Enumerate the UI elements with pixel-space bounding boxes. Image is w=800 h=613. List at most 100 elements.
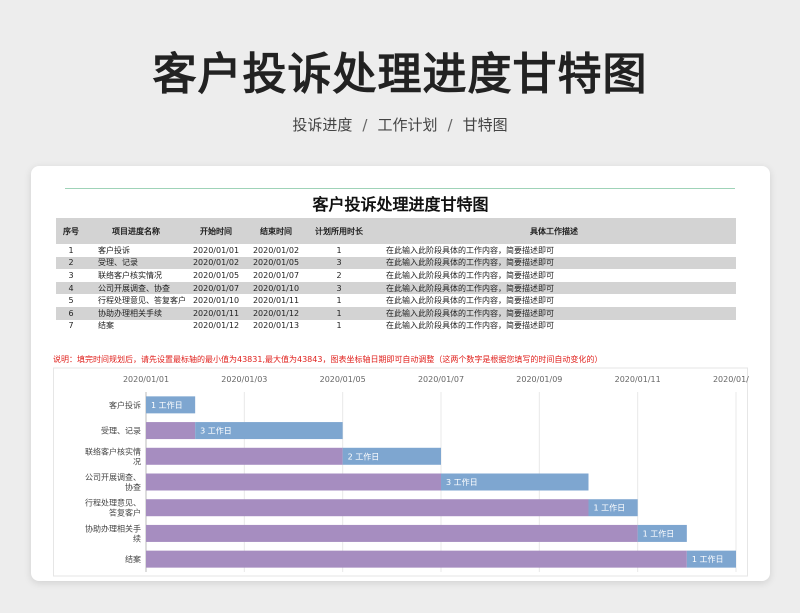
breadcrumb-item-plan[interactable]: 工作计划 — [377, 116, 437, 134]
y-category-label-line: 受理、记录 — [101, 426, 141, 436]
breadcrumb-separator: / — [362, 116, 368, 134]
gantt-chart: 2020/01/01 2020/01/03 2020/01/05 2020/01/07… — [53, 367, 749, 577]
cell-no: 1 — [68, 245, 74, 255]
cell-duration: 3 — [306, 281, 372, 295]
cell-duration: 1 — [336, 321, 342, 331]
y-category-label: 联络客户核实情况 — [85, 446, 141, 466]
cell-duration: 1 — [336, 296, 342, 306]
cell-name: 联络客户核实情况 — [98, 270, 162, 280]
cell-duration: 1 — [306, 306, 372, 320]
cell-end: 2020/01/10 — [246, 281, 306, 295]
breadcrumb-item-gantt[interactable]: 甘特图 — [463, 116, 508, 134]
cell-start: 2020/01/10 — [192, 296, 240, 306]
cell-start: 2020/01/05 — [192, 270, 240, 280]
x-tick-label: 2020/01/09 — [516, 375, 562, 384]
cell-duration: 1 — [336, 245, 342, 255]
cell-name: 行程处理意见、答复客户 — [98, 296, 186, 306]
cell-desc: 在此输入此阶段具体的工作内容，简要描述即可 — [372, 306, 736, 320]
cell-desc: 在此输入此阶段具体的工作内容，简要描述即可 — [386, 270, 554, 280]
y-category-label: 结案 — [125, 554, 141, 564]
y-category-label-line: 行程处理意见、 — [85, 498, 141, 508]
cell-name: 协助办理相关手续 — [86, 306, 186, 320]
bar-data-label: 1 工作日 — [594, 503, 626, 513]
cell-desc: 在此输入此阶段具体的工作内容，简要描述即可 — [386, 321, 554, 331]
table-row: 6 协助办理相关手续 2020/01/11 2020/01/12 1 在此输入此阶段具体的… — [56, 306, 736, 320]
cell-start: 2020/01/02 — [186, 256, 246, 270]
cell-end: 2020/01/05 — [246, 256, 306, 270]
table-row: 1 客户投诉 2020/01/01 2020/01/02 1 在此输入此阶段具体的工作内容… — [56, 244, 736, 257]
usage-note: 说明：填完时间规划后，请先设置最标轴的最小值为43831,最大值为43843，图… — [53, 355, 603, 364]
y-category-label-line: 客户投诉 — [109, 400, 141, 410]
gantt-offset-bar — [146, 524, 638, 542]
table-row: 3 联络客户核实情况 2020/01/05 2020/01/07 2 在此输入此阶段具体的… — [56, 269, 736, 282]
sheet-title: 客户投诉处理进度甘特图 — [312, 195, 489, 214]
sheet-top-border — [65, 188, 735, 189]
col-header-end: 结束时间 — [246, 218, 306, 244]
cell-end: 2020/01/12 — [246, 306, 306, 320]
x-tick-label: 2020/01/07 — [418, 375, 464, 384]
breadcrumb-item-progress[interactable]: 投诉进度 — [292, 116, 352, 134]
cell-end: 2020/01/07 — [252, 270, 300, 280]
y-category-label-line: 况 — [133, 457, 141, 466]
cell-no: 2 — [56, 256, 86, 270]
cell-desc: 在此输入此阶段具体的工作内容，简要描述即可 — [386, 296, 554, 306]
table-row: 2 受理、记录 2020/01/02 2020/01/05 3 在此输入此阶段具体的工作内… — [56, 256, 736, 270]
y-category-label-line: 续 — [133, 533, 141, 543]
y-category-label-line: 答复客户 — [109, 508, 141, 518]
table-row: 4 公司开展调查、协查 2020/01/07 2020/01/10 3 在此输入此阶段具体… — [56, 281, 736, 295]
bar-data-label: 3 工作日 — [446, 477, 478, 487]
cell-no: 5 — [68, 296, 74, 306]
y-category-label-line: 联络客户核实情 — [85, 446, 141, 456]
gantt-offset-bar — [146, 473, 441, 491]
cell-start: 2020/01/01 — [192, 245, 240, 255]
gantt-offset-bar — [146, 499, 589, 517]
bar-data-label: 3 工作日 — [200, 426, 232, 436]
gantt-offset-bar — [146, 447, 343, 465]
cell-duration: 2 — [336, 270, 342, 280]
cell-start: 2020/01/11 — [186, 306, 246, 320]
y-category-label-line: 结案 — [125, 554, 141, 564]
cell-no: 4 — [56, 281, 86, 295]
cell-duration: 3 — [306, 256, 372, 270]
y-category-label: 客户投诉 — [109, 400, 141, 410]
cell-end: 2020/01/02 — [252, 245, 300, 255]
preview-card[interactable]: 客户投诉处理进度甘特图 序号 项目进度名称 开始时间 结束时间 计划所用时长 具… — [31, 166, 770, 581]
breadcrumb: 投诉进度 / 工作计划 / 甘特图 — [0, 114, 800, 135]
x-tick-label: 2020/01/11 — [615, 375, 661, 384]
cell-name: 客户投诉 — [98, 245, 130, 255]
cell-no: 6 — [56, 306, 86, 320]
y-category-label: 受理、记录 — [101, 426, 141, 436]
task-table: 序号 项目进度名称 开始时间 结束时间 计划所用时长 具体工作描述 1 客户投诉 2… — [56, 218, 736, 332]
x-tick-label: 2020/01/03 — [221, 375, 267, 384]
table-row: 7 结案 2020/01/12 2020/01/13 1 在此输入此阶段具体的工作内容，简… — [56, 320, 736, 333]
cell-end: 2020/01/13 — [252, 321, 300, 331]
col-header-no: 序号 — [56, 218, 86, 244]
y-category-label: 行程处理意见、答复客户 — [85, 498, 141, 518]
bar-data-label: 1 工作日 — [151, 400, 183, 410]
bar-data-label: 2 工作日 — [348, 451, 380, 461]
col-header-duration: 计划所用时长 — [306, 218, 372, 244]
cell-start: 2020/01/12 — [192, 321, 240, 331]
cell-no: 7 — [68, 321, 74, 331]
col-header-name: 项目进度名称 — [86, 218, 186, 244]
cell-start: 2020/01/07 — [186, 281, 246, 295]
bar-data-label: 1 工作日 — [692, 554, 724, 564]
gantt-offset-bar — [146, 550, 687, 568]
cell-name: 结案 — [98, 321, 114, 331]
cell-name: 公司开展调查、协查 — [86, 281, 186, 295]
cell-desc: 在此输入此阶段具体的工作内容，简要描述即可 — [386, 245, 554, 255]
y-category-label-line: 协助办理相关手 — [85, 523, 141, 533]
bar-data-label: 1 工作日 — [643, 528, 675, 538]
cell-no: 3 — [68, 270, 74, 280]
cell-name: 受理、记录 — [86, 256, 186, 270]
y-category-label: 公司开展调查、协查 — [85, 472, 141, 492]
breadcrumb-separator: / — [447, 116, 453, 134]
x-tick-label: 2020/01/05 — [320, 375, 366, 384]
col-header-start: 开始时间 — [186, 218, 246, 244]
y-category-label-line: 协查 — [125, 482, 141, 492]
cell-desc: 在此输入此阶段具体的工作内容，简要描述即可 — [372, 281, 736, 295]
col-header-desc: 具体工作描述 — [372, 218, 736, 244]
page-title: 客户投诉处理进度甘特图 — [152, 49, 648, 100]
x-tick-label: 2020/01/01 — [123, 375, 169, 384]
table-header-row: 序号 项目进度名称 开始时间 结束时间 计划所用时长 具体工作描述 — [56, 218, 736, 244]
